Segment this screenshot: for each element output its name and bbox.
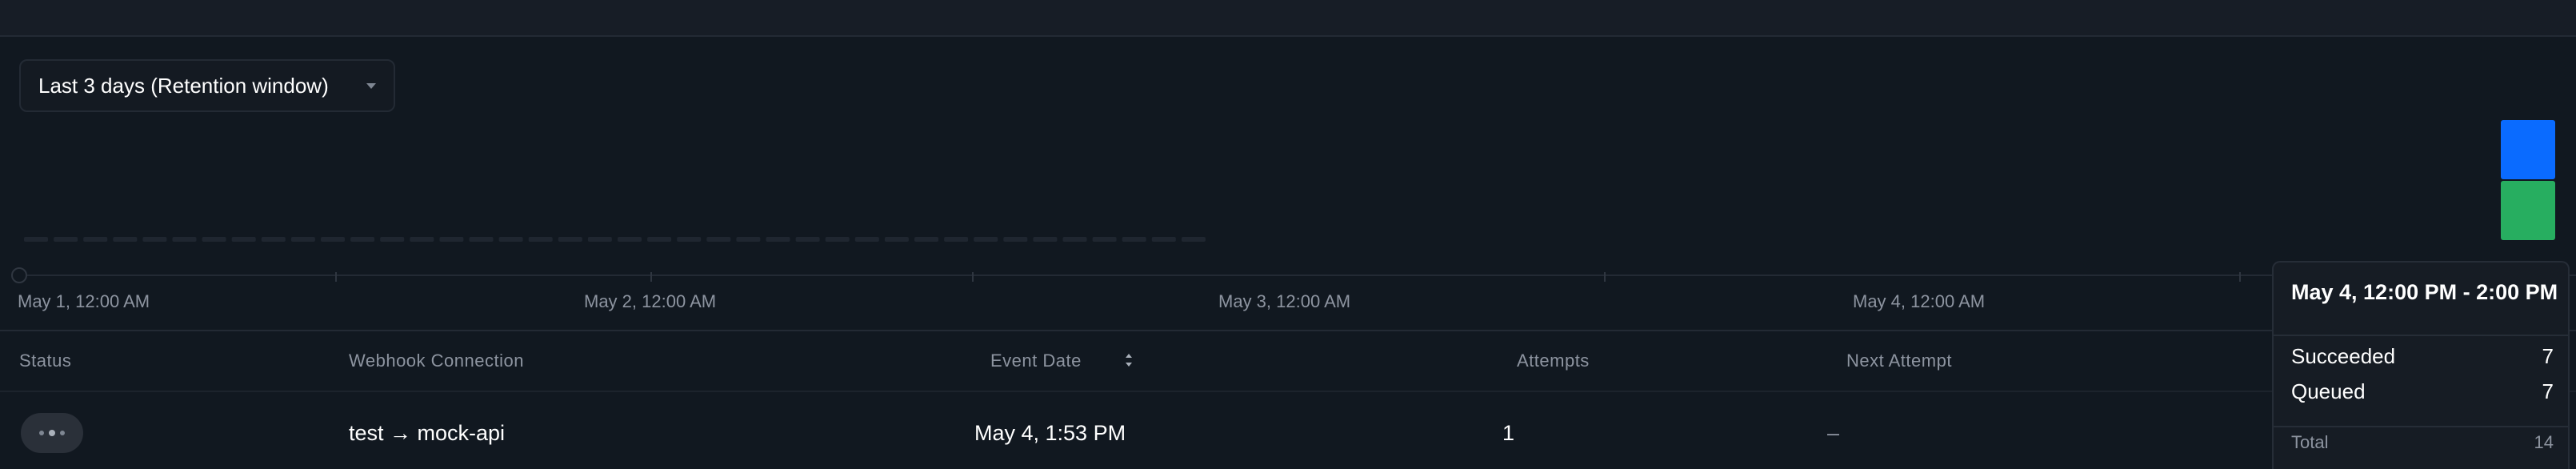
empty-bin (54, 237, 78, 242)
empty-bin (350, 237, 375, 242)
empty-bin (558, 237, 582, 242)
tooltip-title: May 4, 12:00 PM - 2:00 PM (2291, 280, 2558, 304)
status-badge (21, 413, 83, 453)
empty-bin (974, 237, 998, 242)
bar-queued[interactable] (2501, 120, 2555, 179)
stacked-bars (2501, 120, 2555, 240)
empty-bin (172, 237, 197, 242)
tooltip-divider (2274, 335, 2568, 336)
tooltip-total-label: Total (2291, 432, 2329, 452)
attempts-cell: 1 (1502, 421, 1515, 445)
column-header-attempts: Attempts (1517, 351, 1590, 371)
empty-bin (736, 237, 761, 242)
tooltip-row-queued: Queued 7 (2291, 379, 2554, 404)
empty-bin (766, 237, 790, 242)
empty-bin (1181, 237, 1206, 242)
empty-bin (914, 237, 938, 242)
top-bar (0, 0, 2576, 37)
empty-bin (854, 237, 879, 242)
chart-tooltip: May 4, 12:00 PM - 2:00 PM Succeeded 7 Qu… (2272, 261, 2570, 469)
chevron-down-icon (366, 82, 376, 89)
empty-bin (1151, 237, 1176, 242)
empty-bin (795, 237, 820, 242)
empty-bin (944, 237, 969, 242)
tooltip-total-value: 14 (2534, 432, 2554, 452)
empty-bin (884, 237, 909, 242)
column-header-event-date[interactable]: Event Date (990, 351, 1082, 371)
x-tick-label: May 3, 12:00 AM (1218, 291, 1351, 311)
column-header-next-attempt: Next Attempt (1846, 351, 1952, 371)
x-axis-tick-labels: May 1, 12:00 AM May 2, 12:00 AM May 3, 1… (0, 291, 2312, 315)
empty-bin (677, 237, 702, 242)
time-range-dropdown[interactable]: Last 3 days (Retention window) (19, 59, 395, 112)
empty-bin (618, 237, 642, 242)
empty-bin (142, 237, 167, 242)
x-tick-label: May 2, 12:00 AM (584, 291, 717, 311)
empty-bin (498, 237, 523, 242)
sort-icon[interactable] (1123, 351, 1134, 370)
empty-bin (1062, 237, 1087, 242)
empty-bin (1092, 237, 1117, 242)
empty-bin (706, 237, 731, 242)
empty-bin (587, 237, 612, 242)
tooltip-row-succeeded: Succeeded 7 (2291, 344, 2554, 369)
status-dot (60, 431, 65, 435)
empty-bin (1033, 237, 1058, 242)
x-tick-label: May 4, 12:00 AM (1853, 291, 1986, 311)
empty-bin (321, 237, 345, 242)
empty-bin (380, 237, 405, 242)
empty-bin (231, 237, 256, 242)
empty-bin (1003, 237, 1028, 242)
table-header: Status Webhook Connection Event Date Att… (0, 330, 2576, 392)
tooltip-value: 7 (2542, 344, 2554, 368)
empty-bin (647, 237, 672, 242)
tooltip-total: Total 14 (2291, 432, 2554, 453)
tooltip-value: 7 (2542, 379, 2554, 403)
x-axis-ticks (335, 272, 2241, 282)
empty-bin (113, 237, 138, 242)
x-tick-label: May 1, 12:00 AM (18, 291, 150, 311)
tooltip-divider (2274, 426, 2568, 427)
empty-bin (410, 237, 434, 242)
connection-cell: test → mock-api (349, 421, 506, 445)
empty-bin (261, 237, 286, 242)
event-date-cell: May 4, 1:53 PM (974, 421, 1126, 445)
empty-bin (290, 237, 315, 242)
tooltip-label: Succeeded (2291, 344, 2396, 368)
empty-bin (528, 237, 553, 242)
brush-handle[interactable] (11, 267, 27, 283)
empty-bin (439, 237, 464, 242)
table-row[interactable]: test → mock-api May 4, 1:53 PM 1 – (0, 391, 2576, 469)
status-dot (49, 430, 55, 436)
empty-bin-placeholders (24, 237, 1206, 242)
empty-bin (469, 237, 494, 242)
status-dot (39, 431, 44, 435)
column-header-connection: Webhook Connection (349, 351, 524, 371)
bar-succeeded[interactable] (2501, 181, 2555, 240)
time-range-label: Last 3 days (Retention window) (38, 73, 329, 98)
empty-bin (825, 237, 850, 242)
empty-bin (24, 237, 48, 242)
next-attempt-cell: – (1827, 421, 1840, 445)
tooltip-label: Queued (2291, 379, 2366, 403)
empty-bin (1122, 237, 1146, 242)
empty-bin (202, 237, 226, 242)
empty-bin (83, 237, 108, 242)
column-header-status: Status (19, 351, 72, 371)
